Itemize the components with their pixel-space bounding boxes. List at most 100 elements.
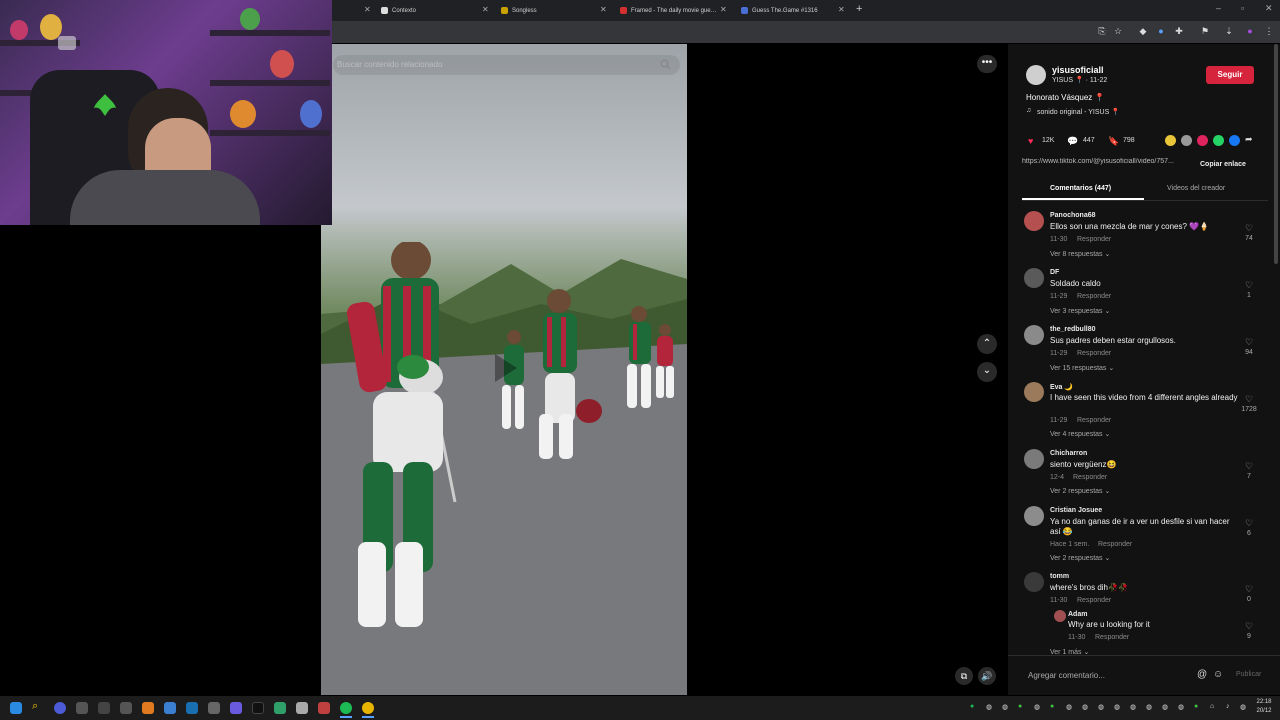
- comment-username[interactable]: tomm: [1050, 573, 1069, 580]
- view-replies-link[interactable]: Ver 2 respuestas ⌄: [1050, 487, 1110, 495]
- tab-comments[interactable]: Comentarios (447): [1050, 185, 1111, 192]
- view-replies-link[interactable]: Ver 3 respuestas ⌄: [1050, 307, 1110, 315]
- creator-username[interactable]: yisusoficiall: [1052, 65, 1104, 75]
- taskbar-steam-icon[interactable]: [186, 702, 198, 714]
- tray-spotify-icon[interactable]: ●: [970, 703, 974, 710]
- comment-bubble-icon[interactable]: 💬: [1067, 136, 1078, 147]
- commenter-avatar[interactable]: [1024, 211, 1044, 231]
- comment-heart-icon[interactable]: ♡: [1245, 394, 1253, 405]
- tray-icon[interactable]: ◍: [1146, 703, 1152, 711]
- taskbar-app-icon[interactable]: [208, 702, 220, 714]
- reply-button[interactable]: Responder: [1077, 350, 1111, 357]
- comment-heart-icon[interactable]: ♡: [1245, 280, 1253, 291]
- extension-shield-icon[interactable]: ●: [1156, 26, 1166, 36]
- taskbar-app-icon[interactable]: [120, 702, 132, 714]
- taskbar-search-icon[interactable]: ⌕: [32, 700, 38, 713]
- taskbar-app-icon[interactable]: [274, 702, 286, 714]
- creator-avatar[interactable]: [1026, 65, 1046, 85]
- tab-guess-the-game[interactable]: Guess The.Game #1316: [735, 2, 850, 19]
- extensions-puzzle-icon[interactable]: ✚: [1174, 26, 1184, 36]
- video-player[interactable]: [321, 44, 687, 695]
- comment-heart-icon[interactable]: ♡: [1245, 621, 1253, 632]
- close-tab-icon[interactable]: ✕: [600, 5, 607, 14]
- comment-heart-icon[interactable]: ♡: [1245, 223, 1253, 234]
- commenter-avatar[interactable]: [1024, 449, 1044, 469]
- tray-icon[interactable]: ◍: [1082, 703, 1088, 711]
- extension-icon[interactable]: ◆: [1138, 26, 1148, 36]
- follow-button[interactable]: Seguir: [1206, 66, 1254, 84]
- view-replies-link[interactable]: Ver 8 respuestas ⌄: [1050, 250, 1110, 258]
- panel-scrollbar[interactable]: [1274, 44, 1278, 264]
- comment-username[interactable]: DF: [1050, 269, 1059, 276]
- comment-username[interactable]: Eva 🌙: [1050, 383, 1073, 391]
- share-friends-icon[interactable]: [1197, 135, 1208, 146]
- taskbar-app-icon[interactable]: [98, 702, 110, 714]
- video-url-field[interactable]: https://www.tiktok.com/@yisusoficiall/vi…: [1022, 158, 1194, 172]
- commenter-avatar[interactable]: [1024, 325, 1044, 345]
- tray-icon[interactable]: ◍: [1114, 703, 1120, 711]
- comment-heart-icon[interactable]: ♡: [1245, 518, 1253, 529]
- copy-link-button[interactable]: Copiar enlace: [1200, 161, 1246, 168]
- taskbar-tiktok-icon[interactable]: [252, 702, 264, 714]
- previous-video-button[interactable]: ⌃: [977, 334, 997, 354]
- mention-icon[interactable]: @: [1197, 669, 1207, 680]
- taskbar-app-icon[interactable]: [164, 702, 176, 714]
- tab-songless[interactable]: Songless: [495, 2, 610, 19]
- new-tab-button[interactable]: +: [856, 3, 862, 15]
- play-icon[interactable]: [491, 352, 519, 384]
- comment-heart-icon[interactable]: ♡: [1245, 461, 1253, 472]
- minimize-window-icon[interactable]: –: [1216, 3, 1221, 13]
- reply-avatar[interactable]: [1054, 610, 1066, 622]
- comment-username[interactable]: the_redbull80: [1050, 326, 1096, 333]
- tray-icon[interactable]: ◍: [1034, 703, 1040, 711]
- close-tab-icon[interactable]: ✕: [838, 5, 845, 14]
- reply-button[interactable]: Responder: [1077, 236, 1111, 243]
- publish-button[interactable]: Publicar: [1236, 671, 1261, 678]
- reply-button[interactable]: Responder: [1095, 634, 1129, 641]
- search-icon[interactable]: [660, 59, 671, 70]
- reply-button[interactable]: Responder: [1077, 417, 1111, 424]
- next-video-button[interactable]: ⌄: [977, 362, 997, 382]
- taskbar-app-icon[interactable]: [296, 702, 308, 714]
- tab-contexto[interactable]: Contexto: [375, 2, 490, 19]
- picture-in-picture-button[interactable]: ⧉: [955, 667, 973, 685]
- close-tab-icon[interactable]: ✕: [482, 5, 489, 14]
- more-options-button[interactable]: •••: [977, 55, 997, 73]
- tray-icon[interactable]: ◍: [1178, 703, 1184, 711]
- tray-icon[interactable]: ●: [1194, 703, 1198, 710]
- emoji-icon[interactable]: ☺: [1213, 669, 1223, 680]
- taskbar-discord-icon[interactable]: [230, 702, 242, 714]
- bookmarks-icon[interactable]: ⚑: [1200, 26, 1210, 36]
- comment-heart-icon[interactable]: ♡: [1245, 584, 1253, 595]
- tray-icon[interactable]: ◍: [1240, 703, 1246, 711]
- tray-icon[interactable]: ●: [1050, 703, 1054, 710]
- tray-icon[interactable]: ◍: [1162, 703, 1168, 711]
- commenter-avatar[interactable]: [1024, 382, 1044, 402]
- volume-tray-icon[interactable]: ♪: [1226, 703, 1230, 710]
- close-tab-icon[interactable]: ✕: [364, 5, 371, 14]
- tab-creator-videos[interactable]: Videos del creador: [1167, 185, 1225, 192]
- taskbar-spotify-icon[interactable]: [340, 702, 352, 714]
- bookmark-icon[interactable]: 🔖: [1108, 136, 1119, 147]
- close-tab-icon[interactable]: ✕: [720, 5, 727, 14]
- commenter-avatar[interactable]: [1024, 506, 1044, 526]
- tray-icon[interactable]: ●: [1018, 703, 1022, 710]
- comment-username[interactable]: Cristian Josuee: [1050, 507, 1102, 514]
- share-facebook-icon[interactable]: [1229, 135, 1240, 146]
- taskbar-app-icon[interactable]: [142, 702, 154, 714]
- start-windows-icon[interactable]: [10, 702, 22, 714]
- commenter-avatar[interactable]: [1024, 268, 1044, 288]
- volume-button[interactable]: 🔊: [978, 667, 996, 685]
- taskbar-chrome-icon[interactable]: [362, 702, 374, 714]
- comment-username[interactable]: Panochona68: [1050, 212, 1096, 219]
- search-input[interactable]: Buscar contenido relacionado: [333, 55, 680, 75]
- share-link-icon[interactable]: [1181, 135, 1192, 146]
- commenter-avatar[interactable]: [1024, 572, 1044, 592]
- taskbar-app-icon[interactable]: [54, 702, 66, 714]
- reply-button[interactable]: Responder: [1077, 597, 1111, 604]
- taskbar-clock[interactable]: 22:18: [1254, 699, 1274, 705]
- tray-icon[interactable]: ◍: [1002, 703, 1008, 711]
- like-heart-icon[interactable]: ♥: [1028, 136, 1033, 146]
- browser-menu-icon[interactable]: ⋮: [1264, 26, 1274, 36]
- install-app-icon[interactable]: ⎘: [1097, 26, 1107, 36]
